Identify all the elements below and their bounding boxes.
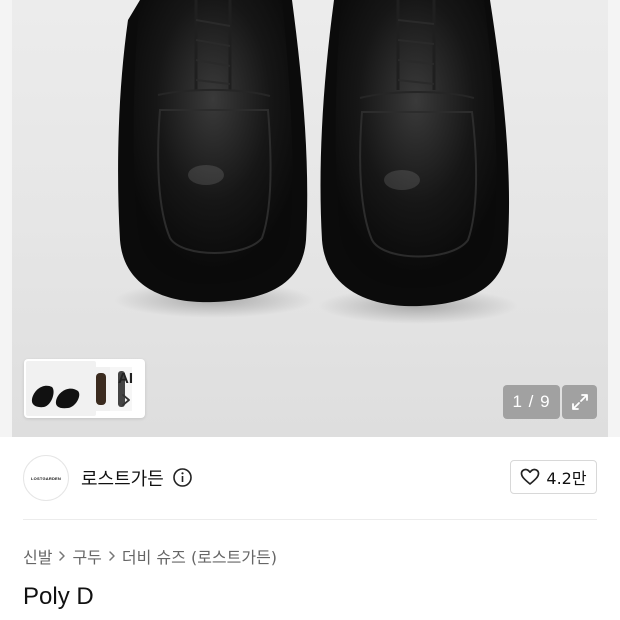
chevron-right-icon[interactable] bbox=[120, 392, 132, 411]
image-counter: 1 / 9 bbox=[503, 385, 560, 419]
thumbnail-shoes-image bbox=[31, 385, 80, 409]
brand-logo[interactable]: LOSTGARDEN bbox=[23, 455, 69, 501]
expand-button[interactable] bbox=[562, 385, 597, 419]
breadcrumb-item-shoes[interactable]: 신발 bbox=[23, 544, 52, 568]
chevron-right-icon bbox=[108, 550, 116, 562]
breadcrumb: 신발 구두 더비 슈즈 (로스트가든) bbox=[23, 544, 277, 568]
product-name: Poly D bbox=[23, 583, 94, 610]
thumbnail-side-image bbox=[96, 373, 106, 405]
brand-name[interactable]: 로스트가든 bbox=[81, 465, 164, 491]
info-icon[interactable] bbox=[172, 467, 193, 492]
heart-icon bbox=[521, 468, 540, 485]
ai-label[interactable]: AI bbox=[118, 370, 133, 387]
divider bbox=[23, 519, 597, 520]
like-button[interactable]: 4.2만 bbox=[510, 460, 597, 494]
thumbnail-shoes-pair[interactable] bbox=[26, 361, 96, 416]
breadcrumb-item-dress-shoes[interactable]: 구두 bbox=[72, 544, 101, 568]
brand-logo-text: LOSTGARDEN bbox=[31, 475, 61, 481]
expand-icon bbox=[571, 394, 588, 410]
breadcrumb-item-derby-shoes[interactable]: 더비 슈즈 (로스트가든) bbox=[122, 544, 277, 568]
chevron-right-icon bbox=[58, 550, 66, 562]
thumbnail-side-view[interactable] bbox=[90, 367, 112, 411]
like-count: 4.2만 bbox=[546, 469, 587, 488]
